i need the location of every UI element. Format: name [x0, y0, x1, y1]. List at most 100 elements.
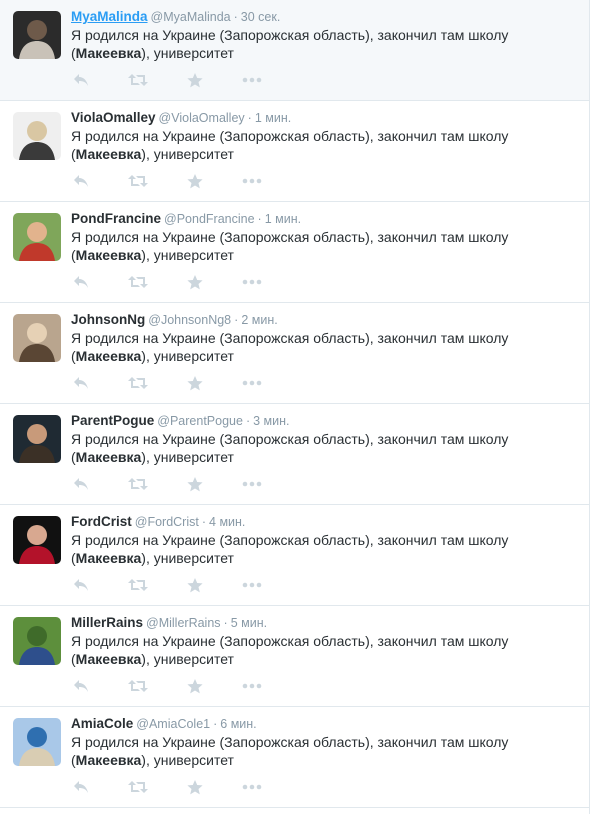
more-button[interactable]: [242, 777, 262, 797]
tweet-text-bold: Макеевка: [75, 247, 142, 263]
tweet-actions: [71, 575, 262, 595]
tweet-author-handle[interactable]: @JohnsonNg8: [148, 313, 231, 327]
more-button[interactable]: [242, 171, 262, 191]
tweet-item[interactable]: FordCrist @FordCrist · 4 мин. Я родился на У…: [0, 505, 589, 606]
tweet-text-bold: Макеевка: [75, 348, 142, 364]
tweet-author-name[interactable]: FordCrist: [71, 514, 132, 529]
retweet-button[interactable]: [128, 777, 148, 797]
more-button[interactable]: [242, 676, 262, 696]
tweet-text: Я родился на Украине (Запорожская област…: [71, 26, 581, 62]
tweet-timestamp[interactable]: 3 мин.: [253, 414, 289, 428]
tweet-header: ParentPogue @ParentPogue · 3 мин.: [71, 413, 581, 429]
tweet-author-handle[interactable]: @ParentPogue: [157, 414, 243, 428]
reply-button[interactable]: [71, 70, 91, 90]
retweet-button[interactable]: [128, 171, 148, 191]
tweet-item[interactable]: MyaMalinda @MyaMalinda · 30 сек. Я родился н…: [0, 0, 589, 101]
retweet-button[interactable]: [128, 373, 148, 393]
tweet-timestamp[interactable]: 6 мин.: [220, 717, 256, 731]
more-dots-icon: [242, 683, 262, 689]
tweet-author-name[interactable]: MyaMalinda: [71, 9, 148, 24]
tweet-text-part: ), университет: [141, 45, 234, 61]
tweet-text-part: ), университет: [141, 247, 234, 263]
more-button[interactable]: [242, 474, 262, 494]
retweet-icon: [128, 174, 148, 188]
tweet-author-handle[interactable]: @PondFrancine: [164, 212, 255, 226]
tweet-item[interactable]: MillerRains @MillerRains · 5 мин. Я родился …: [0, 606, 589, 707]
retweet-button[interactable]: [128, 676, 148, 696]
favorite-button[interactable]: [185, 171, 205, 191]
reply-button[interactable]: [71, 272, 91, 292]
favorite-button[interactable]: [185, 777, 205, 797]
tweet-text-bold: Макеевка: [75, 550, 142, 566]
more-button[interactable]: [242, 70, 262, 90]
retweet-button[interactable]: [128, 272, 148, 292]
tweet-timestamp[interactable]: 1 мин.: [265, 212, 301, 226]
avatar[interactable]: [13, 516, 61, 564]
favorite-button[interactable]: [185, 676, 205, 696]
avatar[interactable]: [13, 11, 61, 59]
tweet-content: MyaMalinda @MyaMalinda · 30 сек. Я родился н…: [71, 9, 581, 62]
tweet-content: ViolaOmalley @ViolaOmalley · 1 мин. Я родилс…: [71, 110, 581, 163]
separator-dot: ·: [213, 717, 218, 731]
avatar[interactable]: [13, 718, 61, 766]
tweet-timestamp[interactable]: 4 мин.: [209, 515, 245, 529]
tweet-item[interactable]: PondFrancine @PondFrancine · 1 мин. Я родилс…: [0, 202, 589, 303]
tweet-actions: [71, 272, 262, 292]
tweet-text: Я родился на Украине (Запорожская област…: [71, 127, 581, 163]
tweet-item[interactable]: ViolaOmalley @ViolaOmalley · 1 мин. Я родилс…: [0, 101, 589, 202]
tweet-timestamp[interactable]: 30 сек.: [241, 10, 281, 24]
tweet-author-name[interactable]: MillerRains: [71, 615, 143, 630]
tweet-text-part: ), университет: [141, 752, 234, 768]
separator-dot: ·: [245, 414, 251, 428]
tweet-author-name[interactable]: AmiaCole: [71, 716, 133, 731]
more-dots-icon: [242, 582, 262, 588]
tweet-author-handle[interactable]: @FordCrist: [135, 515, 199, 529]
reply-button[interactable]: [71, 575, 91, 595]
reply-icon: [73, 578, 89, 592]
tweet-timestamp[interactable]: 1 мин.: [255, 111, 291, 125]
tweet-text-part: ), университет: [141, 449, 234, 465]
tweet-author-handle[interactable]: @MyaMalinda: [151, 10, 231, 24]
tweet-content: MillerRains @MillerRains · 5 мин. Я родился …: [71, 615, 581, 668]
tweet-actions: [71, 171, 262, 191]
tweet-timestamp[interactable]: 2 мин.: [241, 313, 277, 327]
favorite-button[interactable]: [185, 272, 205, 292]
avatar[interactable]: [13, 617, 61, 665]
tweet-timestamp[interactable]: 5 мин.: [231, 616, 267, 630]
tweet-author-name[interactable]: PondFrancine: [71, 211, 161, 226]
retweet-button[interactable]: [128, 575, 148, 595]
more-button[interactable]: [242, 373, 262, 393]
avatar[interactable]: [13, 213, 61, 261]
reply-button[interactable]: [71, 373, 91, 393]
favorite-button[interactable]: [185, 373, 205, 393]
tweet-author-handle[interactable]: @AmiaCole1: [136, 717, 210, 731]
tweet-header: JohnsonNg @JohnsonNg8 · 2 мин.: [71, 312, 581, 328]
tweet-author-handle[interactable]: @ViolaOmalley: [159, 111, 245, 125]
tweet-content: PondFrancine @PondFrancine · 1 мин. Я родилс…: [71, 211, 581, 264]
reply-button[interactable]: [71, 474, 91, 494]
retweet-button[interactable]: [128, 70, 148, 90]
tweet-item[interactable]: AmiaCole @AmiaCole1 · 6 мин. Я родился на Ук…: [0, 707, 589, 808]
favorite-button[interactable]: [185, 70, 205, 90]
reply-button[interactable]: [71, 676, 91, 696]
tweet-author-name[interactable]: ParentPogue: [71, 413, 154, 428]
reply-icon: [73, 275, 89, 289]
more-button[interactable]: [242, 575, 262, 595]
tweet-text: Я родился на Украине (Запорожская област…: [71, 531, 581, 567]
reply-button[interactable]: [71, 777, 91, 797]
reply-button[interactable]: [71, 171, 91, 191]
avatar[interactable]: [13, 112, 61, 160]
separator-dot: ·: [247, 111, 252, 125]
favorite-button[interactable]: [185, 575, 205, 595]
avatar[interactable]: [13, 314, 61, 362]
tweet-header: FordCrist @FordCrist · 4 мин.: [71, 514, 581, 530]
avatar[interactable]: [13, 415, 61, 463]
retweet-button[interactable]: [128, 474, 148, 494]
favorite-button[interactable]: [185, 474, 205, 494]
tweet-author-name[interactable]: JohnsonNg: [71, 312, 145, 327]
tweet-item[interactable]: ParentPogue @ParentPogue · 3 мин. Я родился …: [0, 404, 589, 505]
tweet-author-name[interactable]: ViolaOmalley: [71, 110, 156, 125]
tweet-item[interactable]: JohnsonNg @JohnsonNg8 · 2 мин. Я родился на …: [0, 303, 589, 404]
more-button[interactable]: [242, 272, 262, 292]
tweet-author-handle[interactable]: @MillerRains: [146, 616, 221, 630]
